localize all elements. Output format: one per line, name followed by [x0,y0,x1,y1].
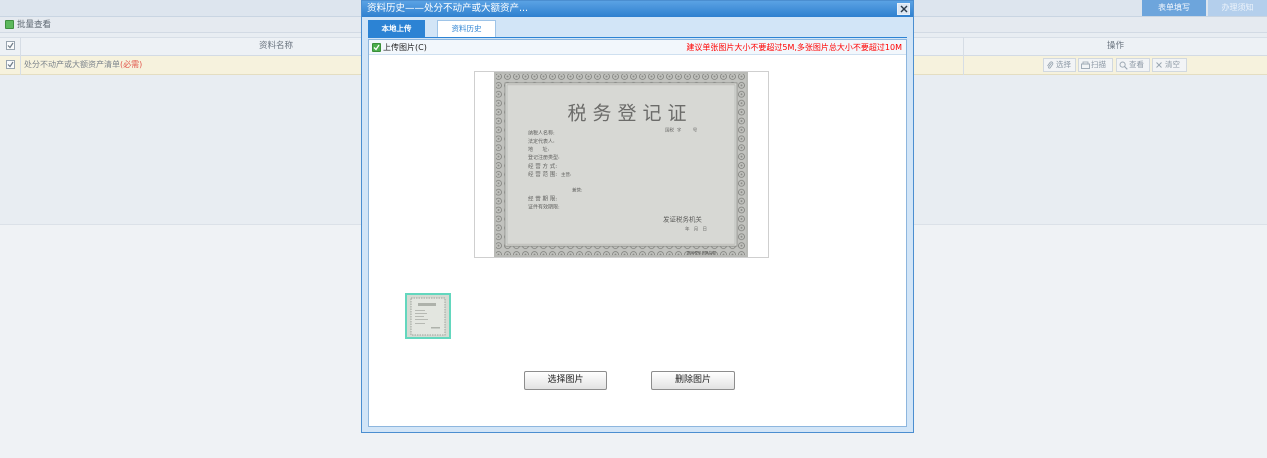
dialog-title: 资料历史——处分不动产或大额资产... [367,3,529,14]
tab-underline [368,37,907,38]
certificate-field: 兼营: [572,187,583,194]
certificate-field: 主营: [561,171,572,178]
certificate-image: 税 务 登 记 证 国税 字 号 纳税人名称: 法定代表人: 地 址: 登记注册… [494,72,748,257]
tab-material-history[interactable]: 资料历史 [437,20,496,37]
certificate-field: 经 营 范 围: [528,170,557,178]
close-icon [1156,62,1162,68]
magnifier-icon [1119,61,1128,70]
clear-label: 清空 [1165,60,1180,69]
column-header-actions: 操作 [1107,41,1125,51]
close-button[interactable] [897,3,910,15]
scan-button[interactable]: 扫描 [1078,58,1113,72]
certificate-field: 纳税人名称: [528,129,555,136]
certificate-field: 经 营 期 限: [528,195,557,203]
select-file-button[interactable]: 选择 [1043,58,1076,72]
certificate-title: 税 务 登 记 证 [567,103,686,125]
batch-view-button[interactable]: 批量查看 [17,17,51,33]
material-name-label: 处分不动产或大额资产清单 [24,60,120,69]
certificate-field: 登记注册类型: [528,154,560,161]
select-file-label: 选择 [1056,60,1071,69]
close-icon [900,5,908,13]
batch-view-icon[interactable] [5,20,14,29]
thumbnail-image [407,295,449,337]
size-hint: 建议单张图片大小不要超过5M,多张图片总大小不要超过10M [686,43,902,52]
certificate-number: 国税 字 号 [665,126,698,133]
select-all-checkbox[interactable] [6,41,15,50]
check-icon [7,61,14,68]
column-divider [20,37,21,75]
view-label: 查看 [1129,60,1144,69]
check-icon [373,44,380,51]
upload-images-label[interactable]: 上传图片(C) [383,40,427,55]
image-preview: 税 务 登 记 证 国税 字 号 纳税人名称: 法定代表人: 地 址: 登记注册… [474,71,769,258]
certificate-field: 法定代表人: [528,138,555,145]
material-name: 处分不动产或大额资产清单(必需) [24,56,142,74]
scan-label: 扫描 [1091,60,1106,69]
column-divider [963,37,964,75]
delete-image-button[interactable]: 删除图片 [651,371,735,390]
dialog-title-bar[interactable]: 资料历史——处分不动产或大额资产... [362,1,913,17]
tab-form-fill[interactable]: 表单填写 [1142,0,1206,16]
certificate-field: 地 址: [528,146,550,153]
check-icon [7,42,14,49]
row-checkbox[interactable] [6,60,15,69]
tab-local-upload[interactable]: 本地上传 [368,20,425,37]
certificate-field: 证件有效期限: [528,204,560,211]
view-button[interactable]: 查看 [1116,58,1150,72]
upload-images-checkbox[interactable] [372,43,381,52]
select-image-button[interactable]: 选择图片 [524,371,607,390]
required-badge: (必需) [120,60,143,69]
certificate-footer: 国家税务总局监制 [687,250,716,255]
certificate-issuer: 发证税务机关 [663,214,702,223]
image-thumbnail[interactable] [405,293,451,339]
certificate-date: 年 月 日 [685,225,707,232]
upload-dialog: 资料历史——处分不动产或大额资产... 本地上传 资料历史 上传图片(C) 建议… [361,0,914,433]
certificate-field: 经 营 方 式: [528,162,557,170]
column-header-name: 资料名称 [259,41,294,51]
tab-instructions[interactable]: 办理须知 [1208,0,1267,16]
paperclip-icon [1047,61,1054,69]
upload-panel: 上传图片(C) 建议单张图片大小不要超过5M,多张图片总大小不要超过10M 税 … [368,39,907,427]
clear-button[interactable]: 清空 [1152,58,1187,72]
scanner-icon [1081,61,1090,69]
